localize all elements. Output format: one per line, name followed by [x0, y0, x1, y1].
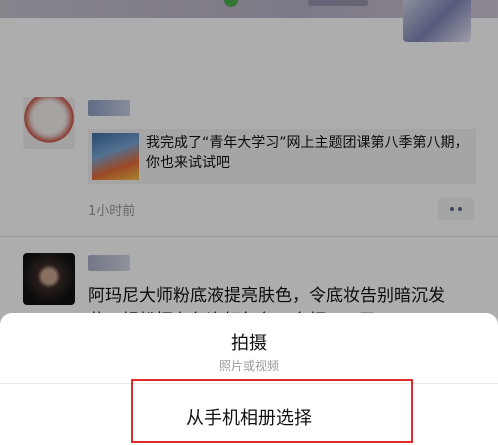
- capture-option[interactable]: 拍摄 照片或视频: [0, 313, 498, 383]
- action-sheet: 拍摄 照片或视频 从手机相册选择: [0, 313, 498, 445]
- album-option-title: 从手机相册选择: [186, 408, 312, 429]
- album-option[interactable]: 从手机相册选择: [0, 384, 498, 445]
- capture-option-title: 拍摄: [231, 333, 267, 354]
- capture-option-subtitle: 照片或视频: [218, 359, 279, 373]
